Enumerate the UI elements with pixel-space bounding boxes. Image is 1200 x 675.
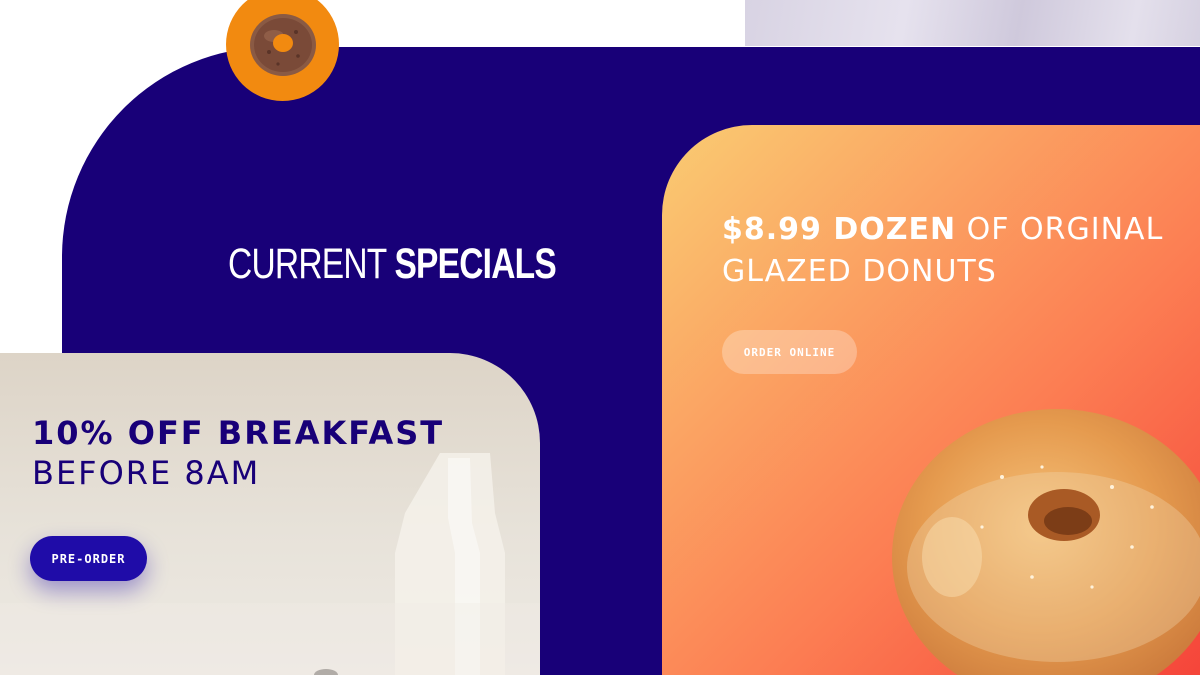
breakfast-offer-title: 10% OFF BREAKFAST — [32, 414, 445, 452]
breakfast-offer-card: 10% OFF BREAKFAST BEFORE 8AM PRE-ORDER — [0, 353, 540, 675]
glazed-offer-title: $8.99 DOZEN OF ORGINAL — [722, 215, 1163, 245]
glazed-offer-card: $8.99 DOZEN OF ORGINAL GLAZED DONUTS ORD… — [662, 125, 1200, 675]
heading-bold-text: SPECIALS — [394, 240, 556, 288]
page-title: CURRENT SPECIALS — [228, 240, 557, 288]
heading-light-text: CURRENT — [228, 240, 387, 288]
breakfast-offer-subtitle: BEFORE 8AM — [32, 454, 261, 492]
marble-background-photo — [745, 0, 1200, 46]
milk-bottle-icon — [0, 453, 540, 675]
chocolate-donut-icon — [250, 14, 316, 76]
pre-order-button[interactable]: PRE-ORDER — [30, 536, 147, 581]
glazed-price-text: $8.99 DOZEN — [722, 212, 957, 247]
glazed-offer-subtitle: GLAZED DONUTS — [722, 254, 997, 289]
order-online-button[interactable]: ORDER ONLINE — [722, 330, 857, 374]
donut-badge — [226, 0, 339, 101]
glazed-donut-icon — [892, 409, 1200, 675]
glazed-title-light-text: OF ORGINAL — [966, 212, 1164, 247]
